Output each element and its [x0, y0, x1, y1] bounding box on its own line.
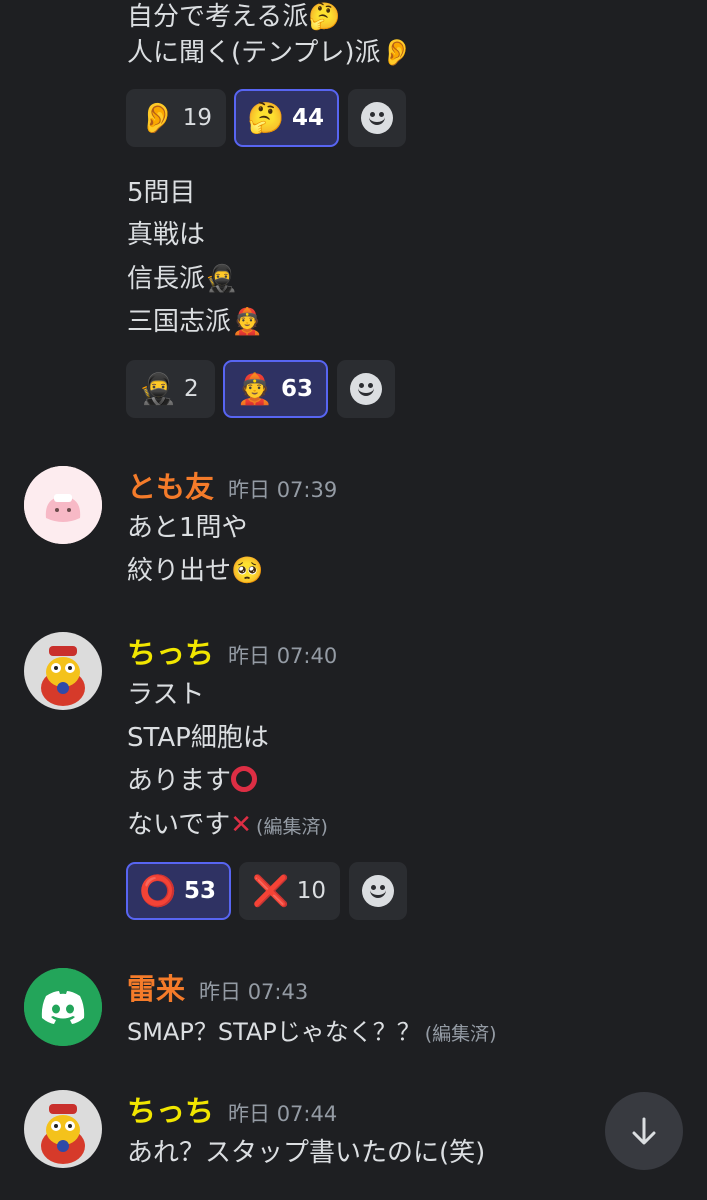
reaction-emoji: 🤔 — [247, 100, 285, 136]
reaction-emoji: ❌ — [252, 873, 290, 909]
reaction-count: 63 — [281, 376, 314, 402]
avatar[interactable] — [24, 466, 102, 544]
reaction-emoji: ⭕ — [139, 873, 177, 909]
edited-tag: (編集済) — [424, 1023, 497, 1045]
scroll-to-bottom-button[interactable] — [605, 1092, 683, 1170]
avatar-image — [24, 1090, 102, 1168]
reaction-emoji: 🥷 — [139, 371, 177, 407]
add-reaction-button[interactable] — [349, 862, 407, 920]
username[interactable]: ちっち — [127, 636, 214, 670]
timestamp: 昨日 07:40 — [228, 644, 338, 668]
message-line: あれ？スタップ書いたのに(笑) — [127, 1138, 486, 1168]
message-text: ないです — [127, 810, 231, 840]
reaction-button[interactable]: 👂 19 — [126, 89, 226, 147]
add-reaction-button[interactable] — [348, 89, 406, 147]
smiley-icon — [362, 875, 394, 907]
reaction-count: 10 — [296, 878, 326, 904]
message-line: STAP細胞は — [127, 723, 269, 753]
smiley-icon — [350, 373, 382, 405]
message-line: ラスト — [127, 680, 205, 710]
avatar[interactable] — [24, 632, 102, 710]
avatar[interactable] — [24, 1090, 102, 1168]
timestamp: 昨日 07:44 — [228, 1102, 338, 1126]
message-line: 人に聞く(テンプレ)派👂 — [127, 38, 413, 68]
reaction-emoji: 👲 — [236, 371, 274, 407]
arrow-down-icon — [632, 1117, 656, 1145]
avatar-image — [24, 466, 102, 544]
reaction-count: 19 — [182, 105, 212, 131]
add-reaction-button[interactable] — [337, 360, 395, 418]
timestamp: 昨日 07:43 — [199, 980, 309, 1004]
reaction-button[interactable]: ❌ 10 — [239, 862, 340, 920]
reaction-button[interactable]: 🤔 44 — [234, 89, 339, 147]
username[interactable]: ちっち — [127, 1094, 214, 1128]
message-line: あります — [127, 764, 258, 798]
username-row: ちっち 昨日 07:44 — [127, 1092, 337, 1133]
reaction-button[interactable]: 🥷 2 — [126, 360, 215, 418]
reaction-emoji: 👂 — [138, 100, 177, 136]
username-row: ちっち 昨日 07:40 — [127, 634, 337, 675]
message-text: あります — [127, 766, 232, 796]
reaction-button[interactable]: 👲 63 — [223, 360, 328, 418]
message-line: 絞り出せ🥺 — [127, 556, 264, 586]
username[interactable]: とも友 — [127, 470, 214, 504]
message-line: ないです✕ (編集済) — [127, 808, 328, 844]
message-line: 信長派🥷 — [127, 264, 238, 294]
edited-tag: (編集済) — [256, 816, 328, 838]
message-line: 真戦は — [127, 220, 206, 250]
username-row: 雷来 昨日 07:43 — [127, 970, 308, 1011]
reaction-count: 2 — [184, 376, 199, 402]
red-cross-icon: ✕ — [230, 810, 253, 840]
username-row: とも友 昨日 07:39 — [127, 468, 337, 509]
red-circle-icon — [231, 766, 258, 792]
message-text: SMAP？STAPじゃなく？？ — [127, 1018, 421, 1046]
timestamp: 昨日 07:39 — [228, 478, 338, 502]
avatar-image — [24, 632, 102, 710]
message-line: 三国志派👲 — [127, 307, 264, 337]
username[interactable]: 雷来 — [127, 972, 185, 1006]
reaction-count: 53 — [184, 878, 217, 904]
message-line: あと1問や — [127, 513, 248, 543]
reaction-button[interactable]: ⭕ 53 — [126, 862, 231, 920]
smiley-icon — [361, 102, 393, 134]
message-line: 自分で考える派🤔 — [127, 2, 341, 32]
reaction-count: 44 — [292, 105, 325, 131]
message-line: 5問目 — [127, 178, 196, 208]
discord-logo-icon — [24, 968, 102, 1046]
avatar[interactable] — [24, 968, 102, 1046]
message-line: SMAP？STAPじゃなく？？ (編集済) — [127, 1015, 497, 1051]
